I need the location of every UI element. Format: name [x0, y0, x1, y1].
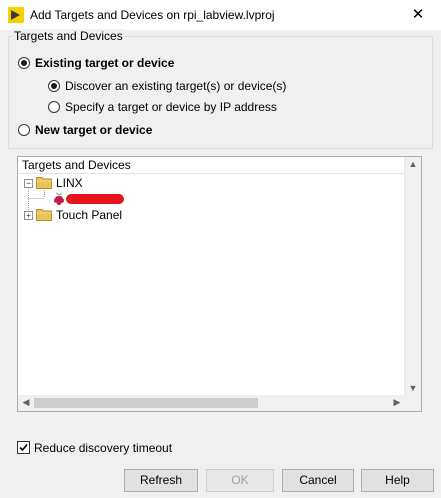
close-button[interactable]: ✕ [403, 4, 433, 26]
new-target-radio[interactable] [18, 124, 30, 136]
window-title: Add Targets and Devices on rpi_labview.l… [30, 8, 275, 22]
new-target-label[interactable]: New target or device [35, 123, 152, 137]
horizontal-scrollbar[interactable]: ◀ ▶ [18, 395, 405, 411]
reduce-timeout-label[interactable]: Reduce discovery timeout [34, 441, 172, 455]
discover-label[interactable]: Discover an existing target(s) or device… [65, 79, 286, 93]
refresh-button[interactable]: Refresh [124, 469, 198, 492]
scroll-up-icon[interactable]: ▲ [405, 159, 421, 169]
tree-item-linx[interactable]: − LINX [18, 175, 138, 191]
existing-target-radio[interactable] [18, 57, 30, 69]
close-icon: ✕ [411, 6, 425, 23]
help-button[interactable]: Help [361, 469, 434, 492]
group-label: Targets and Devices [12, 29, 125, 43]
folder-icon [36, 177, 52, 189]
tree-item-device[interactable] [18, 191, 138, 207]
expand-icon[interactable]: + [24, 211, 33, 220]
tree-item-label: Touch Panel [56, 208, 123, 222]
scroll-right-icon[interactable]: ▶ [389, 397, 405, 408]
specify-ip-label[interactable]: Specify a target or device by IP address [65, 100, 277, 114]
collapse-icon[interactable]: − [24, 179, 33, 188]
scroll-left-icon[interactable]: ◀ [18, 397, 34, 408]
tree-item-label: LINX [56, 176, 83, 190]
existing-target-label[interactable]: Existing target or device [35, 56, 174, 70]
discover-radio[interactable] [48, 80, 60, 92]
folder-icon [36, 209, 52, 221]
tree-item-touch-panel[interactable]: + Touch Panel [18, 207, 158, 223]
title-bar: Add Targets and Devices on rpi_labview.l… [0, 0, 441, 30]
labview-app-icon [8, 7, 24, 23]
vertical-scrollbar[interactable]: ▲ ▼ [404, 157, 421, 395]
checkmark-icon [19, 443, 28, 452]
scroll-corner [405, 395, 421, 411]
scroll-down-icon[interactable]: ▼ [405, 383, 421, 393]
raspberry-pi-icon [53, 192, 65, 206]
ok-button[interactable]: OK [206, 469, 274, 492]
specify-ip-radio[interactable] [48, 101, 60, 113]
targets-tree[interactable]: Targets and Devices − LINX + Touch Panel… [17, 156, 422, 412]
redacted-device-name [66, 194, 124, 204]
cancel-button[interactable]: Cancel [282, 469, 354, 492]
reduce-timeout-checkbox[interactable] [17, 441, 30, 454]
horizontal-scroll-thumb[interactable] [34, 398, 258, 408]
